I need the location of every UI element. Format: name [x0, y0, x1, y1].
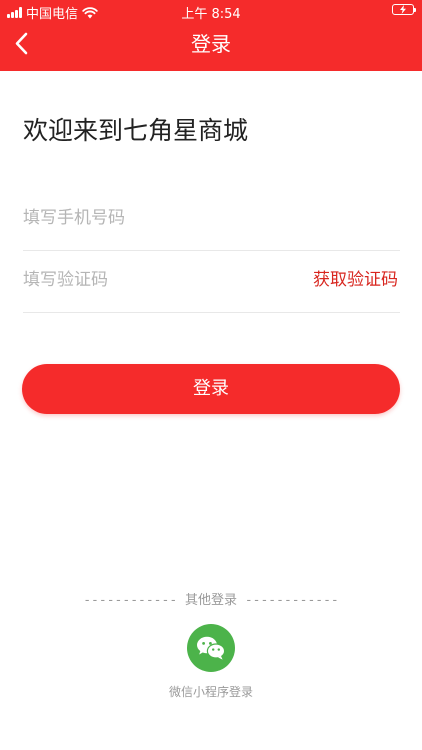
wechat-icon	[197, 636, 226, 660]
get-code-button[interactable]: 获取验证码	[313, 268, 398, 292]
header-bar: 中国电信 上午 8:54 登录	[0, 0, 422, 71]
back-button[interactable]	[10, 30, 38, 58]
page-title: 登录	[191, 32, 231, 56]
status-time: 上午 8:54	[181, 7, 241, 22]
status-bar: 中国电信 上午 8:54	[0, 0, 422, 22]
phone-input[interactable]	[23, 188, 400, 248]
welcome-heading: 欢迎来到七角星商城	[23, 116, 249, 145]
other-login-label: 其他登录	[184, 593, 237, 608]
divider-left: ------------	[83, 593, 185, 608]
wechat-login-button[interactable]	[187, 624, 235, 672]
divider-right: ------------	[237, 593, 339, 608]
phone-field-row	[23, 188, 400, 251]
wechat-login-label: 微信小程序登录	[168, 685, 253, 699]
back-arrow-icon	[15, 32, 28, 55]
verification-code-input[interactable]	[23, 250, 283, 310]
battery-icon	[392, 4, 416, 15]
code-field-row: 获取验证码	[23, 250, 400, 313]
other-login-divider: ------------ 其他登录 ------------	[0, 591, 422, 611]
login-button[interactable]: 登录	[22, 364, 400, 414]
